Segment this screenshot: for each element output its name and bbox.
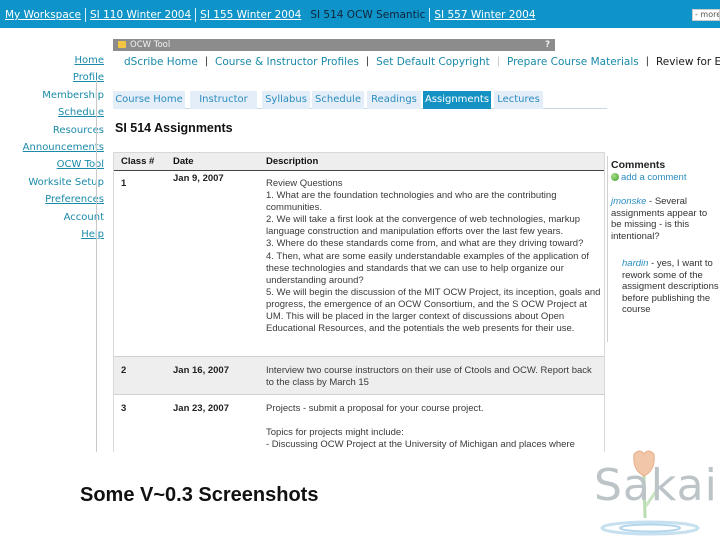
more-sites-select[interactable]: - more - — [692, 9, 720, 21]
assignments-table: Class # Date Description 1 Jan 9, 2007 R… — [113, 152, 605, 452]
table-row: 3 Jan 23, 2007 Projects - submit a propo… — [114, 395, 604, 452]
nav-schedule[interactable]: Schedule — [0, 104, 104, 121]
tab-assignments[interactable]: Assignments — [423, 91, 491, 109]
description-line: 4. Then, what are some easily understand… — [266, 250, 592, 286]
tool-title-bar: OCW Tool ? — [113, 39, 555, 51]
description-line: 5. We will begin the discussion of the M… — [266, 286, 604, 335]
course-tabs: Course Home Instructor Syllabus Schedule… — [113, 91, 607, 109]
page-title: SI 514 Assignments — [115, 121, 233, 135]
description-line: 3. Where do these standards come from, a… — [266, 238, 584, 250]
class-number: 3 — [121, 403, 127, 414]
comment-author[interactable]: hardin — [622, 258, 648, 269]
class-description: Projects - submit a proposal for your co… — [266, 403, 601, 451]
class-description: Interview two course instructors on thei… — [266, 365, 601, 389]
description-line: - Discussing OCW Project at the Universi… — [266, 439, 575, 451]
description-line: Topics for projects might include: — [266, 427, 404, 439]
tool-title: OCW Tool — [130, 40, 171, 50]
description-line: Review Questions — [266, 178, 343, 189]
add-comment-link[interactable]: add a comment — [621, 172, 686, 183]
nav-resources[interactable]: Resources — [0, 122, 104, 139]
nav-home[interactable]: Home — [0, 52, 104, 69]
add-comment-icon[interactable] — [611, 173, 619, 181]
class-description: Review Questions 1. What are the foundat… — [266, 178, 601, 335]
comment-author[interactable]: jmonske — [611, 196, 646, 207]
menu-separator: | — [496, 56, 500, 67]
nav-ocw-tool[interactable]: OCW Tool — [0, 156, 104, 173]
table-header: Class # Date Description — [114, 152, 604, 171]
comments-panel: Comments add a comment jmonske - Several… — [607, 156, 720, 342]
site-tab-si-110[interactable]: SI 110 Winter 2004 — [87, 9, 194, 21]
description-line — [266, 415, 601, 427]
tab-course-home[interactable]: Course Home — [113, 91, 185, 109]
description-line: Interview two course instructors on thei… — [266, 365, 595, 389]
menu-separator: | — [204, 56, 209, 67]
class-date: Jan 9, 2007 — [173, 173, 224, 184]
site-tab-si-557[interactable]: SI 557 Winter 2004 — [431, 9, 538, 21]
divider — [429, 8, 431, 22]
nav-preferences[interactable]: Preferences — [0, 191, 104, 208]
menu-separator: | — [645, 56, 649, 67]
nav-help[interactable]: Help — [0, 226, 104, 243]
nav-membership[interactable]: Membership — [0, 87, 104, 104]
site-tab-my-workspace[interactable]: My Workspace — [2, 9, 84, 21]
tab-schedule[interactable]: Schedule — [312, 91, 364, 109]
help-icon[interactable]: ? — [545, 39, 550, 51]
class-number: 2 — [121, 365, 127, 376]
site-tab-bar: My Workspace SI 110 Winter 2004 SI 155 W… — [0, 0, 720, 28]
tab-readings[interactable]: Readings — [367, 91, 421, 109]
description-line: Projects - submit a proposal for your co… — [266, 403, 484, 414]
description-line: 2. We will take a first look at the conv… — [266, 214, 583, 238]
tab-instructor[interactable]: Instructor — [190, 91, 257, 109]
comment: jmonske - Several assignments appear to … — [611, 196, 719, 242]
review-for-export-current: Review for Export — [655, 56, 720, 68]
sakai-wordmark: Sakai — [594, 460, 718, 511]
site-tabs: My Workspace SI 110 Winter 2004 SI 155 W… — [2, 8, 539, 22]
comments-title: Comments — [611, 159, 666, 171]
class-date: Jan 23, 2007 — [173, 403, 229, 414]
site-tab-si-514[interactable]: SI 514 OCW Semantic — [307, 9, 428, 21]
nav-worksite-setup[interactable]: Worksite Setup — [0, 174, 104, 191]
prepare-course-materials-link[interactable]: Prepare Course Materials — [507, 56, 639, 68]
nav-divider — [96, 80, 97, 452]
tool-menu: Home Profile Membership Schedule Resourc… — [0, 52, 104, 243]
slide-caption: Some V~0.3 Screenshots — [80, 484, 319, 506]
class-date: Jan 16, 2007 — [173, 365, 229, 376]
comment-reply: hardin - yes, I want to rework some of t… — [622, 258, 719, 316]
table-row: 2 Jan 16, 2007 Interview two course inst… — [114, 357, 604, 395]
sakai-logo: Sakai — [590, 448, 720, 540]
description-line: 1. What are the foundation technologies … — [266, 190, 560, 214]
table-row: 1 Jan 9, 2007 Review Questions 1. What a… — [114, 171, 604, 357]
site-tab-si-155[interactable]: SI 155 Winter 2004 — [197, 9, 304, 21]
tab-lectures[interactable]: Lectures — [494, 91, 543, 109]
class-number: 1 — [121, 178, 127, 189]
nav-account[interactable]: Account — [0, 209, 104, 226]
dscribe-menu: dScribe Home | Course & Instructor Profi… — [124, 56, 720, 68]
dscribe-home-link[interactable]: dScribe Home — [124, 56, 198, 68]
tab-syllabus[interactable]: Syllabus — [262, 91, 310, 109]
set-default-copyright-link[interactable]: Set Default Copyright — [376, 56, 490, 68]
divider — [85, 8, 87, 22]
column-header-date: Date — [173, 156, 194, 167]
tool-icon — [118, 41, 126, 48]
divider — [195, 8, 197, 22]
column-header-description: Description — [266, 156, 319, 167]
nav-announcements[interactable]: Announcements — [0, 139, 104, 156]
column-header-class: Class # — [121, 156, 155, 167]
nav-profile[interactable]: Profile — [0, 69, 104, 86]
menu-separator: | — [365, 56, 370, 67]
course-instructor-profiles-link[interactable]: Course & Instructor Profiles — [215, 56, 359, 68]
